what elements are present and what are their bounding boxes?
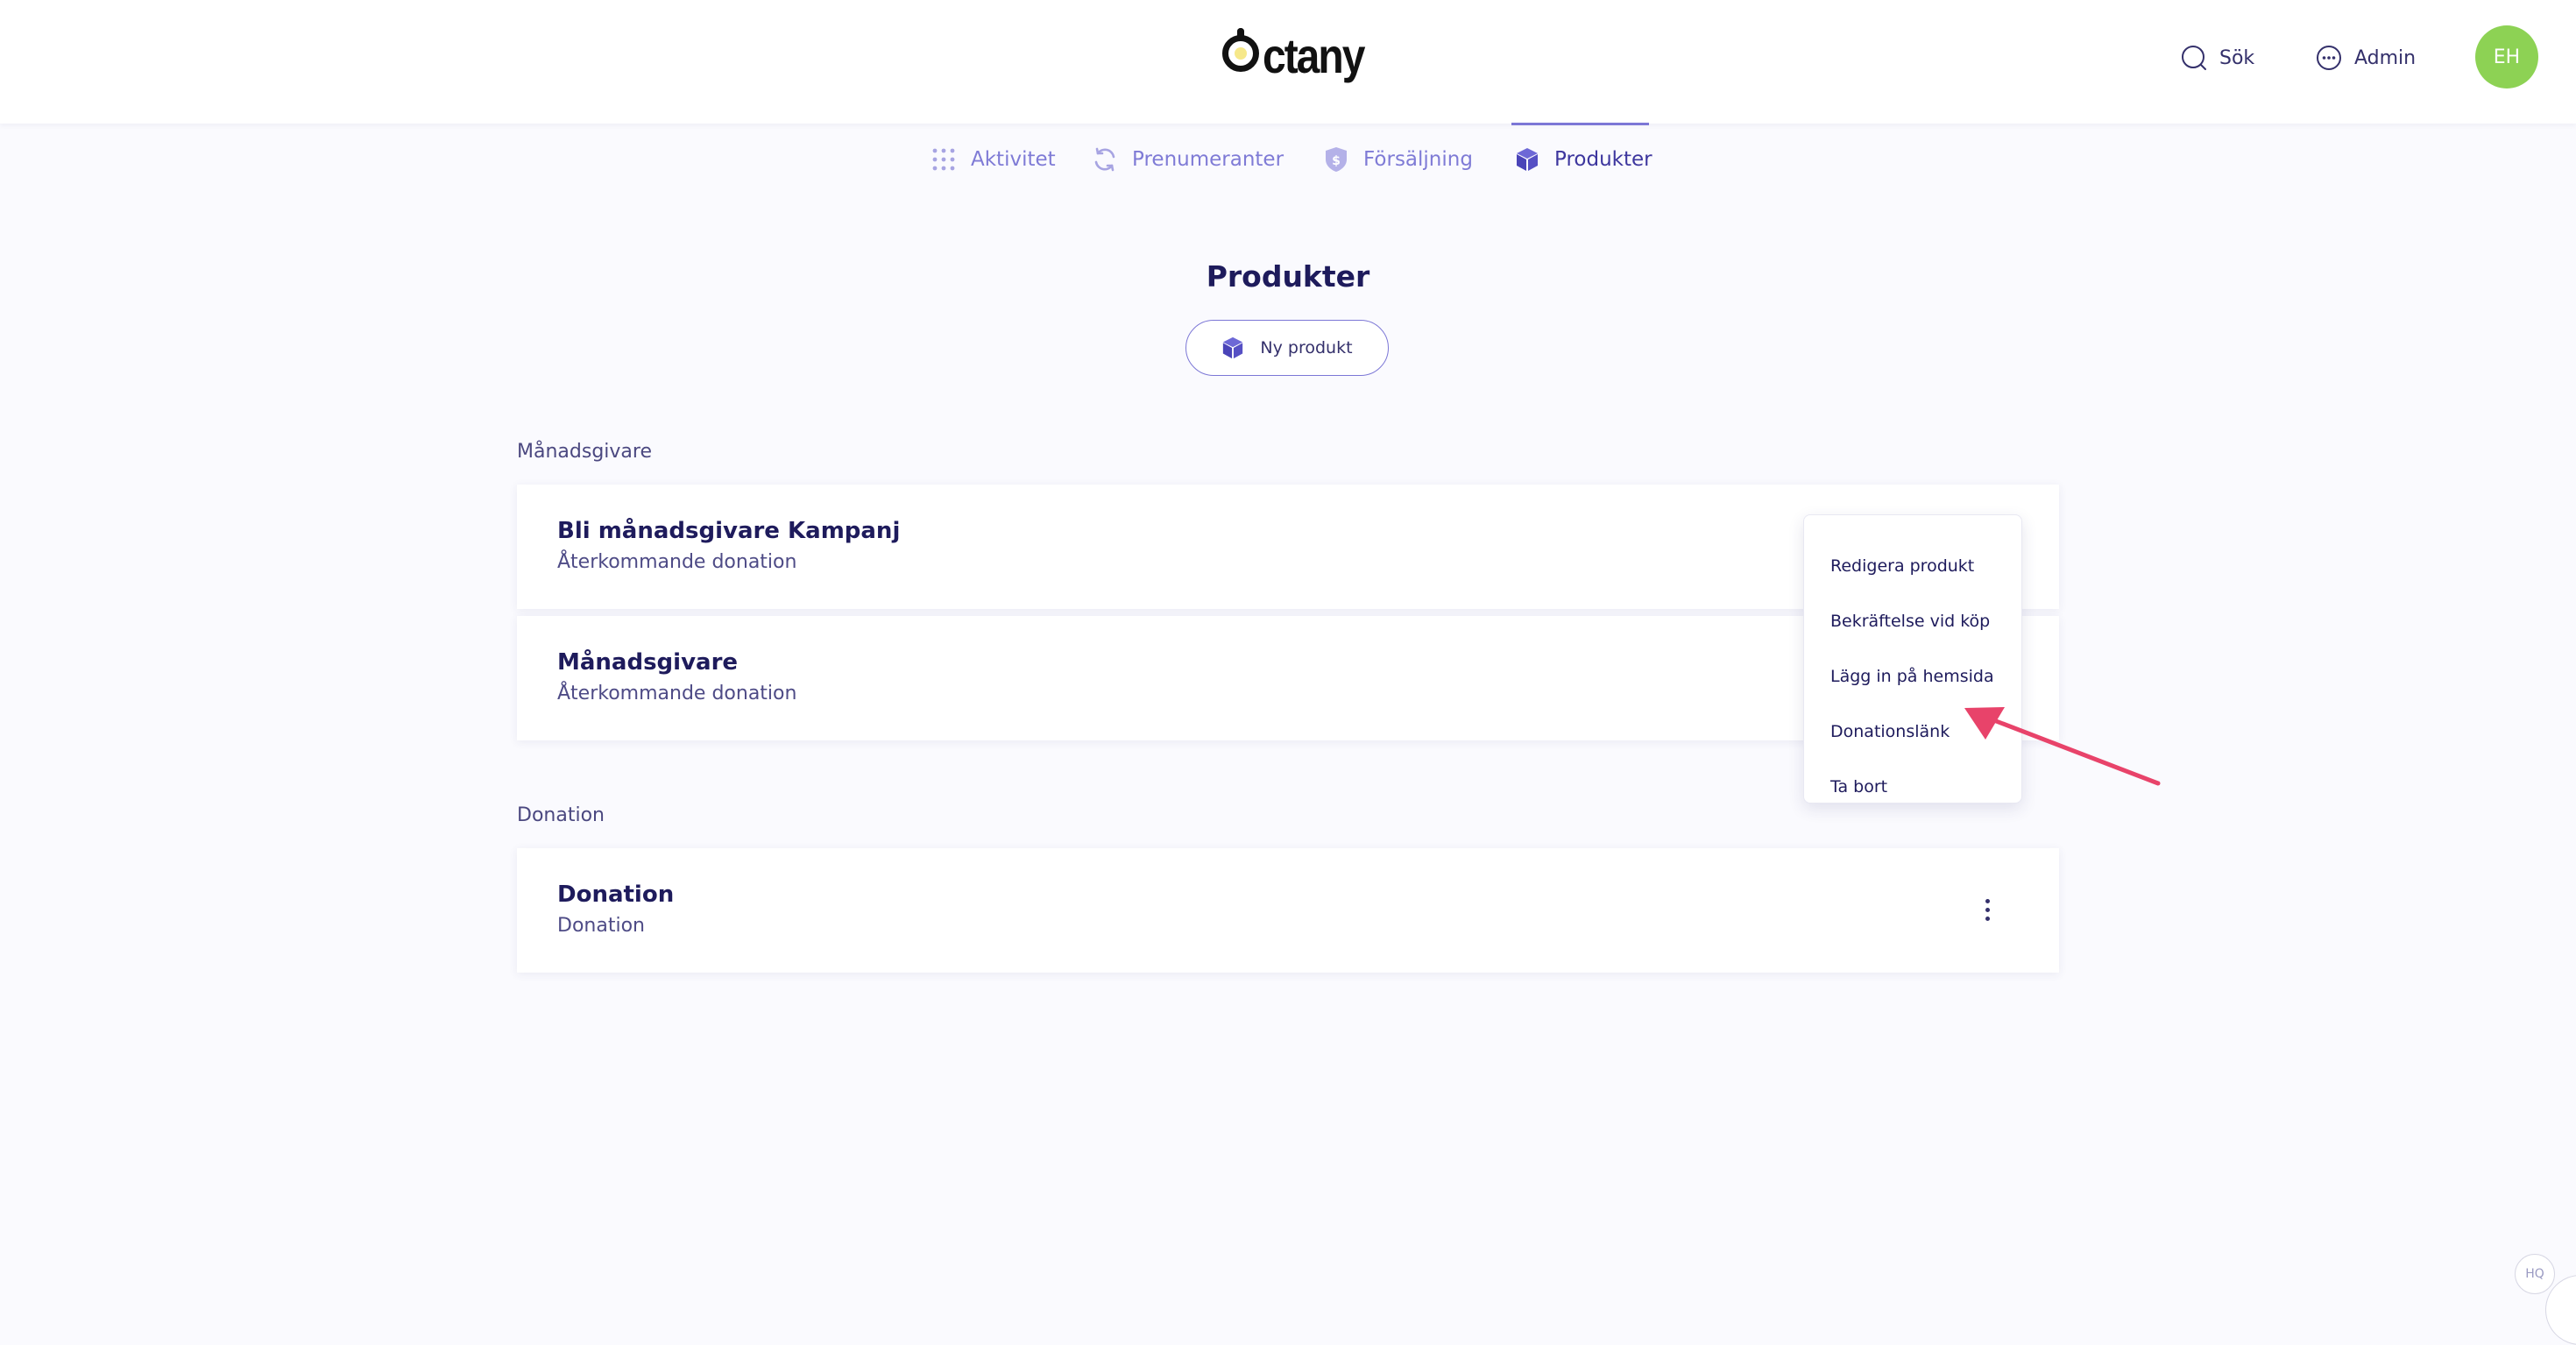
search-icon [2181,45,2207,71]
product-card[interactable]: Donation Donation [517,848,2059,973]
admin-label: Admin [2354,46,2417,69]
new-product-button[interactable]: Ny produkt [1185,320,1389,376]
menu-item-donation-link[interactable]: Donationslänk [1830,714,1950,749]
more-circle-icon [2316,45,2342,71]
kebab-dot [1985,916,1990,921]
top-header: ctany Sök Admin EH [0,0,2576,124]
logo-text: ctany [1263,30,1365,84]
dollar-shield-icon: $ [1323,146,1349,173]
tab-produkter-label: Produkter [1554,148,1652,171]
annotation-arrow-icon [1964,707,2161,786]
more-options-button[interactable] [1970,892,2005,927]
tab-forsaljning[interactable]: $ Försäljning [1323,124,1473,195]
menu-item-edit-product[interactable]: Redigera produkt [1830,549,1974,584]
menu-item-embed-website[interactable]: Lägg in på hemsida [1830,659,1994,694]
hq-help-button[interactable]: HQ [2515,1254,2555,1294]
user-avatar[interactable]: EH [2475,25,2538,88]
product-type: Återkommande donation [557,683,797,704]
octany-logo[interactable]: ctany [1219,26,1365,88]
box-icon [1221,336,1246,360]
svg-text:$: $ [1332,154,1341,168]
active-tab-indicator [1511,123,1649,125]
product-name: Månadsgivare [557,649,739,676]
main-nav-tabs: Aktivitet Prenumeranter $ Försäljning Pr… [0,124,2576,195]
tab-aktivitet[interactable]: Aktivitet [931,124,1056,195]
kebab-dot [1985,898,1990,903]
section-label-donation: Donation [517,804,605,826]
tab-forsaljning-label: Försäljning [1363,148,1473,171]
tab-prenumeranter[interactable]: Prenumeranter [1092,124,1284,195]
product-type: Donation [557,915,645,937]
search-label: Sök [2219,46,2255,69]
tab-prenumeranter-label: Prenumeranter [1132,148,1284,171]
tab-produkter[interactable]: Produkter [1514,124,1652,195]
refresh-icon [1092,146,1118,173]
search-button[interactable]: Sök [2181,40,2254,75]
new-product-label: Ny produkt [1260,338,1353,357]
grid-dots-icon [931,146,957,173]
logo-ring-icon [1222,28,1259,72]
product-type: Återkommande donation [557,551,797,573]
product-name: Donation [557,881,675,908]
kebab-dot [1985,907,1990,912]
menu-item-delete[interactable]: Ta bort [1830,769,1887,804]
admin-button[interactable]: Admin [2316,40,2416,75]
menu-item-purchase-confirmation[interactable]: Bekräftelse vid köp [1830,604,1990,639]
product-name: Bli månadsgivare Kampanj [557,518,901,544]
tab-aktivitet-label: Aktivitet [971,148,1056,171]
page-title: Produkter [1206,259,1370,294]
section-label-manadsgivare: Månadsgivare [517,441,652,463]
box-icon [1514,146,1540,173]
